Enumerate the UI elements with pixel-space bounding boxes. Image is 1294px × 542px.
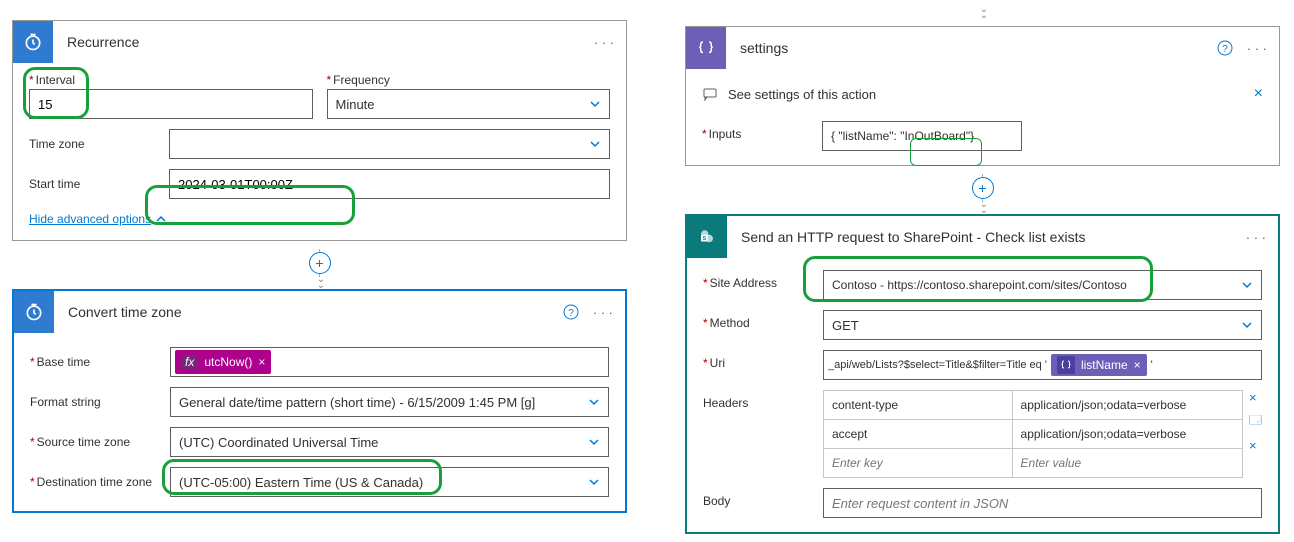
clock-icon (13, 21, 53, 63)
desttz-select[interactable]: (UTC-05:00) Eastern Time (US & Canada) (170, 467, 609, 497)
sourcetz-value: (UTC) Coordinated Universal Time (179, 435, 378, 450)
settings-header[interactable]: settings ? · · · (686, 27, 1279, 69)
inputs-field[interactable]: { "listName": "InOutBoard"} (822, 121, 1022, 151)
add-step-button[interactable]: + (309, 252, 331, 274)
uri-label: Uri (703, 350, 823, 370)
headers-table: content-type application/json;odata=verb… (823, 390, 1243, 478)
more-icon[interactable]: · · · (1246, 230, 1266, 245)
header-value-input[interactable] (1013, 449, 1242, 477)
sharepoint-title: Send an HTTP request to SharePoint - Che… (741, 229, 1246, 245)
sourcetz-label: Source time zone (30, 435, 170, 449)
help-icon[interactable]: ? (563, 304, 579, 320)
close-icon[interactable]: × (258, 355, 265, 369)
help-icon[interactable]: ? (1217, 40, 1233, 56)
clock-icon (14, 291, 54, 333)
chevron-down-icon (1241, 319, 1253, 331)
connector: ⌄⌄ (685, 0, 1280, 26)
timezone-select[interactable] (169, 129, 610, 159)
table-row (824, 449, 1243, 478)
chevron-down-icon (1241, 279, 1253, 291)
frequency-select[interactable]: Minute (327, 89, 611, 119)
svg-text:?: ? (1222, 44, 1228, 55)
braces-icon (686, 27, 726, 69)
frequency-value: Minute (336, 97, 375, 112)
basetime-input[interactable]: fx utcNow() × (170, 347, 609, 377)
chevron-down-icon (589, 98, 601, 110)
format-select[interactable]: General date/time pattern (short time) -… (170, 387, 609, 417)
basetime-label: Base time (30, 355, 170, 369)
chevron-down-icon (588, 436, 600, 448)
close-icon[interactable]: × (1254, 85, 1263, 103)
inputs-value: { "listName": "InOutBoard"} (831, 129, 974, 143)
svg-text:S: S (703, 236, 707, 242)
headers-label: Headers (703, 390, 823, 410)
arrow-down-icon: ⌄⌄ (980, 7, 985, 19)
expression-pill[interactable]: fx utcNow() × (175, 350, 271, 374)
sharepoint-icon: S (687, 216, 727, 258)
settings-card: settings ? · · · See settings of this ac… (685, 26, 1280, 166)
body-input[interactable] (823, 488, 1262, 518)
site-address-value: Contoso - https://contoso.sharepoint.com… (832, 278, 1127, 292)
fx-icon: fx (181, 355, 198, 369)
recurrence-card: Recurrence · · · Interval Frequency Minu… (12, 20, 627, 241)
recurrence-header[interactable]: Recurrence · · · (13, 21, 626, 63)
delete-row-icon[interactable]: × (1249, 390, 1262, 405)
inputs-label: Inputs (702, 121, 822, 141)
convert-header[interactable]: Convert time zone ? · · · (14, 291, 625, 333)
convert-timezone-card: Convert time zone ? · · · Base time fx u… (12, 289, 627, 513)
header-value[interactable]: application/json;odata=verbose (1013, 420, 1242, 448)
svg-text:?: ? (568, 308, 574, 319)
header-key[interactable]: accept (824, 420, 1012, 448)
method-value: GET (832, 318, 859, 333)
chevron-down-icon (589, 138, 601, 150)
header-key[interactable]: content-type (824, 391, 1012, 419)
interval-input[interactable] (29, 89, 313, 119)
starttime-input[interactable] (169, 169, 610, 199)
table-row: accept application/json;odata=verbose (824, 420, 1243, 449)
text-mode-icon[interactable]: 🗔 (1249, 411, 1262, 432)
sourcetz-select[interactable]: (UTC) Coordinated Universal Time (170, 427, 609, 457)
close-icon[interactable]: × (1134, 358, 1141, 372)
recurrence-title: Recurrence (67, 34, 594, 50)
desttz-value: (UTC-05:00) Eastern Time (US & Canada) (179, 475, 423, 490)
interval-label: Interval (29, 73, 313, 87)
timezone-label: Time zone (29, 137, 169, 151)
convert-title: Convert time zone (68, 304, 563, 320)
starttime-label: Start time (29, 177, 169, 191)
frequency-label: Frequency (327, 73, 611, 87)
chevron-up-icon (155, 213, 167, 225)
delete-row-icon[interactable]: × (1249, 438, 1262, 453)
settings-title: settings (740, 40, 1217, 56)
arrow-down-icon: ⌄⌄ (980, 202, 985, 214)
connector: + ⌄⌄ (12, 249, 627, 289)
more-icon[interactable]: · · · (593, 305, 613, 320)
table-row: content-type application/json;odata=verb… (824, 391, 1243, 420)
sharepoint-http-card: S Send an HTTP request to SharePoint - C… (685, 214, 1280, 534)
connector: + ⌄⌄ (685, 174, 1280, 214)
method-label: Method (703, 310, 823, 330)
braces-icon (1057, 356, 1075, 374)
action-note: See settings of this action (728, 87, 876, 102)
hide-advanced-link[interactable]: Hide advanced options (29, 212, 167, 226)
header-key-input[interactable] (824, 449, 1012, 477)
desttz-label: Destination time zone (30, 475, 170, 489)
chevron-down-icon (588, 476, 600, 488)
site-address-select[interactable]: Contoso - https://contoso.sharepoint.com… (823, 270, 1262, 300)
format-value: General date/time pattern (short time) -… (179, 395, 535, 410)
add-step-button[interactable]: + (972, 177, 994, 199)
method-select[interactable]: GET (823, 310, 1262, 340)
sharepoint-header[interactable]: S Send an HTTP request to SharePoint - C… (687, 216, 1278, 258)
uri-prefix: _api/web/Lists?$select=Title&$filter=Tit… (828, 359, 1047, 371)
comment-icon (702, 86, 718, 102)
site-address-label: Site Address (703, 270, 823, 290)
body-label: Body (703, 488, 823, 508)
format-label: Format string (30, 395, 170, 409)
more-icon[interactable]: · · · (1247, 41, 1267, 56)
chevron-down-icon (588, 396, 600, 408)
uri-input[interactable]: _api/web/Lists?$select=Title&$filter=Tit… (823, 350, 1262, 380)
header-value[interactable]: application/json;odata=verbose (1013, 391, 1242, 419)
variable-pill[interactable]: listName × (1051, 354, 1147, 376)
more-icon[interactable]: · · · (594, 35, 614, 50)
arrow-down-icon: ⌄⌄ (317, 277, 322, 289)
